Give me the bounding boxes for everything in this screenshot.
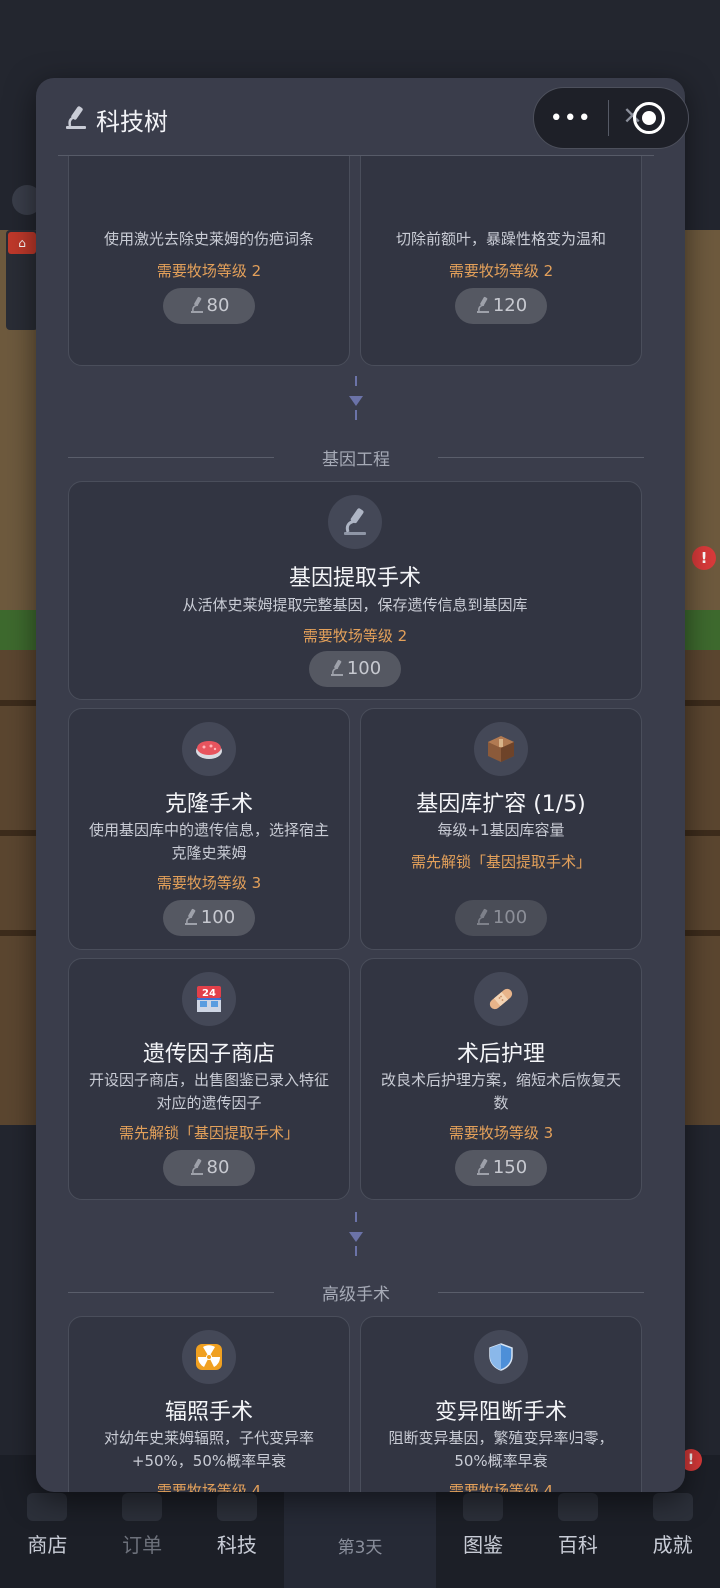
card-requirement: 需要牧场等级 4 (448, 1482, 554, 1492)
petri-dish-icon (182, 722, 236, 776)
card-title: 术后护理 (456, 1042, 545, 1067)
more-menu-button[interactable]: ••• (534, 106, 608, 131)
close-button[interactable]: ✕ (609, 88, 688, 148)
microscope-icon (330, 659, 343, 676)
nav-codex-label: 图鉴 (463, 1533, 504, 1557)
bandage-icon (474, 972, 528, 1026)
microscope-icon (476, 908, 489, 925)
book-icon (463, 1493, 504, 1521)
cost-value: 80 (206, 1157, 230, 1178)
cost-value: 150 (492, 1157, 528, 1178)
card-desc: 每级+1基因库容量 (437, 821, 565, 839)
cost-value: 100 (346, 658, 382, 679)
card-requirement: 需要牧场等级 2 (448, 262, 554, 280)
microscope-icon (476, 1158, 489, 1175)
microscope-icon (190, 296, 203, 313)
store-24-icon: 24 (182, 972, 236, 1026)
microscope-icon (66, 106, 86, 129)
card-requirement: 需先解锁「基因提取手术」 (410, 853, 591, 871)
tech-card-gene-shop[interactable]: 24 遗传因子商店 开设因子商店，出售图鉴已录入特征对应的遗传因子 需先解锁「基… (68, 958, 350, 1200)
miniprogram-capsule: ••• ✕ (533, 87, 689, 149)
card-requirement: 需要牧场等级 3 (448, 1124, 554, 1142)
trophy-icon (652, 1493, 693, 1521)
cost-value: 100 (200, 907, 236, 928)
tech-card-lobotomy[interactable]: 切除前额叶，暴躁性格变为温和 需要牧场等级 2 120 (360, 156, 642, 366)
cost-value: 100 (492, 907, 528, 928)
card-desc: 改良术后护理方案，缩短术后恢复天数 (380, 1071, 621, 1112)
tech-card-post-op[interactable]: 术后护理 改良术后护理方案，缩短术后恢复天数 需要牧场等级 3 150 (360, 958, 642, 1200)
card-requirement: 需要牧场等级 2 (156, 262, 262, 280)
card-title: 遗传因子商店 (142, 1042, 275, 1067)
clipboard-icon (122, 1493, 163, 1521)
card-title: 基因提取手术 (288, 566, 421, 591)
package-icon (474, 722, 528, 776)
shield-icon (474, 1330, 528, 1384)
tech-tree-scroll[interactable]: 使用激光去除史莱姆的伤疤词条 需要牧场等级 2 80 切除前额叶，暴躁性格变为温… (36, 156, 685, 1492)
cost-button[interactable]: 100 (309, 651, 401, 687)
card-title: 克隆手术 (164, 792, 253, 817)
tech-card-clone[interactable]: 克隆手术 使用基因库中的遗传信息，选择宿主克隆史莱姆 需要牧场等级 3 100 (68, 708, 350, 950)
microscope-icon (328, 495, 382, 549)
card-desc: 切除前额叶，暴躁性格变为温和 (395, 230, 606, 248)
card-requirement: 需先解锁「基因提取手术」 (118, 1124, 299, 1142)
section-label: 高级手术 (322, 1285, 390, 1305)
alert-badge: ! (692, 546, 716, 570)
cost-button[interactable]: 120 (455, 288, 547, 324)
card-title: 辐照手术 (164, 1400, 253, 1425)
cost-button[interactable]: 80 (163, 1150, 255, 1186)
cart-icon (27, 1493, 68, 1521)
modal-title: 科技树 (96, 108, 168, 136)
card-desc: 开设因子商店，出售图鉴已录入特征对应的遗传因子 (88, 1071, 329, 1112)
tech-tree-modal: 科技树 使用激光去除史莱姆的伤疤词条 需要牧场等级 2 80 切除前额叶，暴躁性… (36, 78, 685, 1492)
card-title: 基因库扩容 (1/5) (416, 792, 586, 817)
nav-wiki-label: 百科 (557, 1533, 598, 1557)
section-title-advanced: 高级手术 (68, 1280, 644, 1305)
close-target-icon (632, 102, 665, 134)
cost-button[interactable]: 150 (455, 1150, 547, 1186)
card-desc: 阻断变异基因，繁殖变异率归零，50%概率早衰 (388, 1429, 614, 1470)
nav-shop-label: 商店 (27, 1533, 68, 1557)
section-title-gene: 基因工程 (68, 445, 644, 470)
hud-panel: ⌂ (6, 230, 38, 330)
tech-card-gene-bank[interactable]: 基因库扩容 (1/5) 每级+1基因库容量 需先解锁「基因提取手术」 100 (360, 708, 642, 950)
card-desc: 使用基因库中的遗传信息，选择宿主克隆史莱姆 (88, 821, 329, 862)
card-title: 变异阻断手术 (434, 1400, 567, 1425)
radiation-icon (182, 1330, 236, 1384)
cost-button[interactable]: 100 (163, 900, 255, 936)
card-desc: 对幼年史莱姆辐照，子代变异率+50%，50%概率早衰 (103, 1429, 314, 1470)
card-desc: 从活体史莱姆提取完整基因，保存遗传信息到基因库 (182, 596, 528, 614)
cost-value: 120 (492, 295, 528, 316)
card-requirement: 需要牧场等级 4 (156, 1482, 262, 1492)
encyclopedia-icon (557, 1493, 598, 1521)
section-label: 基因工程 (322, 450, 390, 470)
nav-achievements-label: 成就 (652, 1533, 693, 1557)
day-label: 第3天 (337, 1538, 383, 1558)
nav-tech-label: 科技 (216, 1533, 257, 1557)
microscope-icon (190, 1158, 203, 1175)
microscope-icon (184, 908, 197, 925)
microscope-icon (216, 1493, 257, 1521)
cost-value: 80 (206, 295, 230, 316)
home-icon: ⌂ (8, 232, 36, 254)
card-requirement: 需要牧场等级 2 (302, 627, 408, 645)
tech-card-scar-removal[interactable]: 使用激光去除史莱姆的伤疤词条 需要牧场等级 2 80 (68, 156, 350, 366)
tech-card-mutation-block[interactable]: 变异阻断手术 阻断变异基因，繁殖变异率归零，50%概率早衰 需要牧场等级 4 2… (360, 1316, 642, 1492)
nav-orders-label: 订单 (122, 1533, 163, 1557)
tech-card-gene-extract[interactable]: 基因提取手术 从活体史莱姆提取完整基因，保存遗传信息到基因库 需要牧场等级 2 … (68, 481, 642, 700)
cost-button-disabled: 100 (455, 900, 547, 936)
card-requirement: 需要牧场等级 3 (156, 874, 262, 892)
cost-button[interactable]: 80 (163, 288, 255, 324)
card-desc: 使用激光去除史莱姆的伤疤词条 (103, 230, 314, 248)
tech-card-radiation[interactable]: 辐照手术 对幼年史莱姆辐照，子代变异率+50%，50%概率早衰 需要牧场等级 4… (68, 1316, 350, 1492)
microscope-icon (476, 296, 489, 313)
svg-text:24: 24 (202, 988, 216, 999)
